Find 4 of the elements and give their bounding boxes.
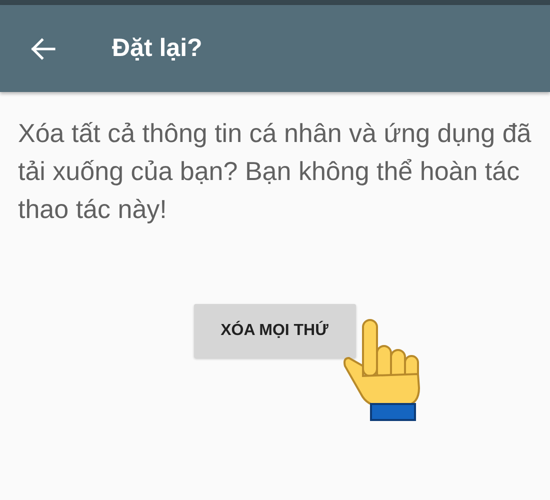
erase-everything-button[interactable]: XÓA MỌI THỨ: [194, 304, 356, 358]
back-arrow-icon: [30, 38, 56, 60]
screen-title: Đặt lại?: [112, 34, 202, 63]
warning-message: Xóa tất cả thông tin cá nhân và ứng dụng đã tải xuống của bạn? Bạn không thể hoàn tác thao tác này!: [18, 117, 532, 226]
